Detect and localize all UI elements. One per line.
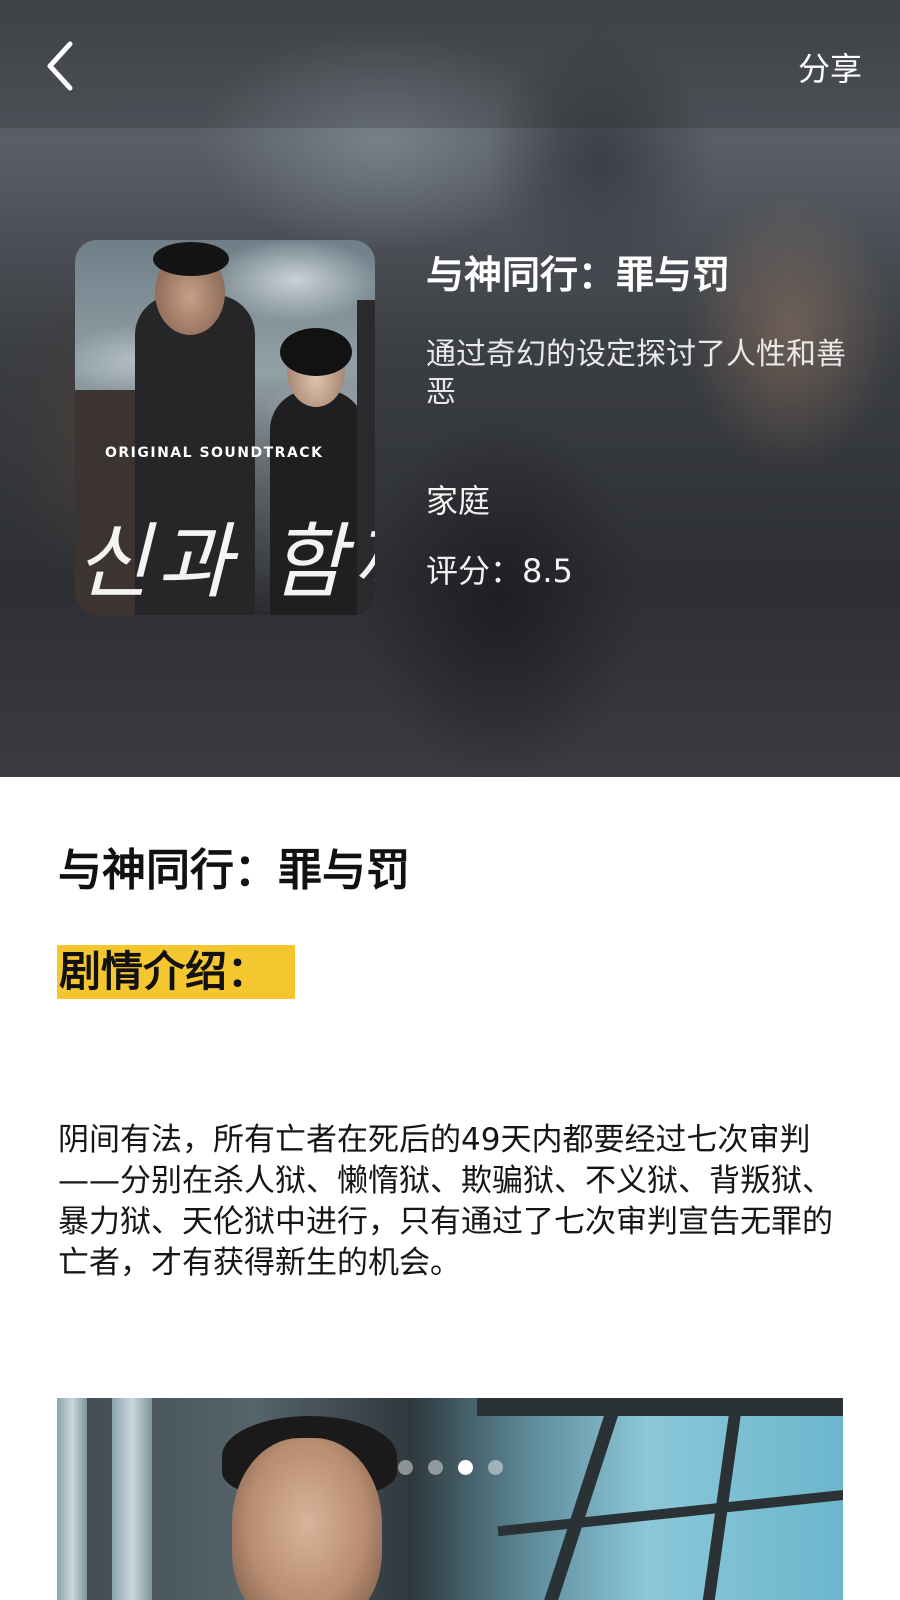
poster-calligraphy: 신과 함께	[75, 515, 375, 610]
movie-rating: 评分：8.5	[426, 552, 573, 590]
top-nav-bar	[0, 0, 900, 128]
carousel-dot[interactable]	[487, 1460, 503, 1475]
chevron-left-icon	[47, 41, 73, 91]
carousel-dot[interactable]	[397, 1460, 413, 1475]
plot-label: 剧情介绍：	[57, 945, 296, 999]
carousel-dot[interactable]	[427, 1460, 443, 1475]
movie-genre: 家庭	[426, 482, 491, 520]
movie-description: 通过奇幻的设定探讨了人性和善恶	[426, 337, 846, 410]
back-button[interactable]	[40, 38, 90, 94]
movie-hero: 分享 ORIGINAL SOUNDTRACK 신과 함께 与神同行：罪与罚 通过…	[0, 0, 900, 777]
carousel-dot[interactable]	[457, 1460, 473, 1475]
poster-caption: ORIGINAL SOUNDTRACK	[105, 445, 324, 461]
image-carousel[interactable]	[57, 1398, 843, 1600]
share-button[interactable]: 分享	[798, 44, 862, 90]
plot-summary: 阴间有法，所有亡者在死后的49天内都要经过七次审判——分别在杀人狱、懒惰狱、欺骗…	[58, 1122, 833, 1281]
carousel-dots	[0, 1460, 900, 1476]
movie-poster: ORIGINAL SOUNDTRACK 신과 함께	[75, 240, 375, 615]
movie-title: 与神同行：罪与罚	[426, 253, 731, 297]
section-title: 与神同行：罪与罚	[58, 845, 410, 896]
